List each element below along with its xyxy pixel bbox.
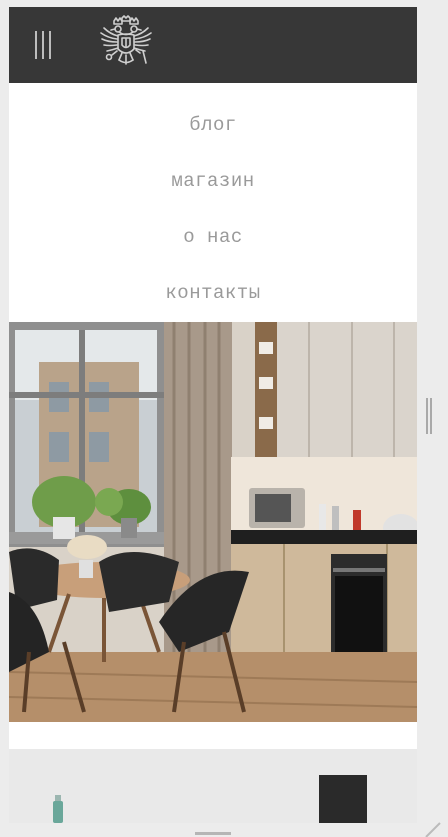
nav-item-blog[interactable]: блог	[9, 114, 417, 136]
header-bar	[9, 7, 417, 83]
nav-item-about[interactable]: о нас	[9, 226, 417, 248]
kitchen-photo	[9, 322, 417, 722]
logo-eagle-emblem[interactable]	[97, 15, 155, 73]
nav-item-shop[interactable]: магазин	[9, 170, 417, 192]
nav-item-contacts[interactable]: контакты	[9, 282, 417, 304]
bottom-resize-handle[interactable]	[195, 832, 231, 835]
section-gap	[9, 722, 417, 749]
product-photo	[9, 749, 417, 823]
page: блог магазин о нас контакты	[9, 7, 417, 823]
resize-corner-icon[interactable]	[418, 815, 442, 837]
panel-resize-handle[interactable]	[425, 398, 433, 434]
main-navigation: блог магазин о нас контакты	[9, 83, 417, 322]
menu-icon[interactable]	[33, 31, 53, 59]
